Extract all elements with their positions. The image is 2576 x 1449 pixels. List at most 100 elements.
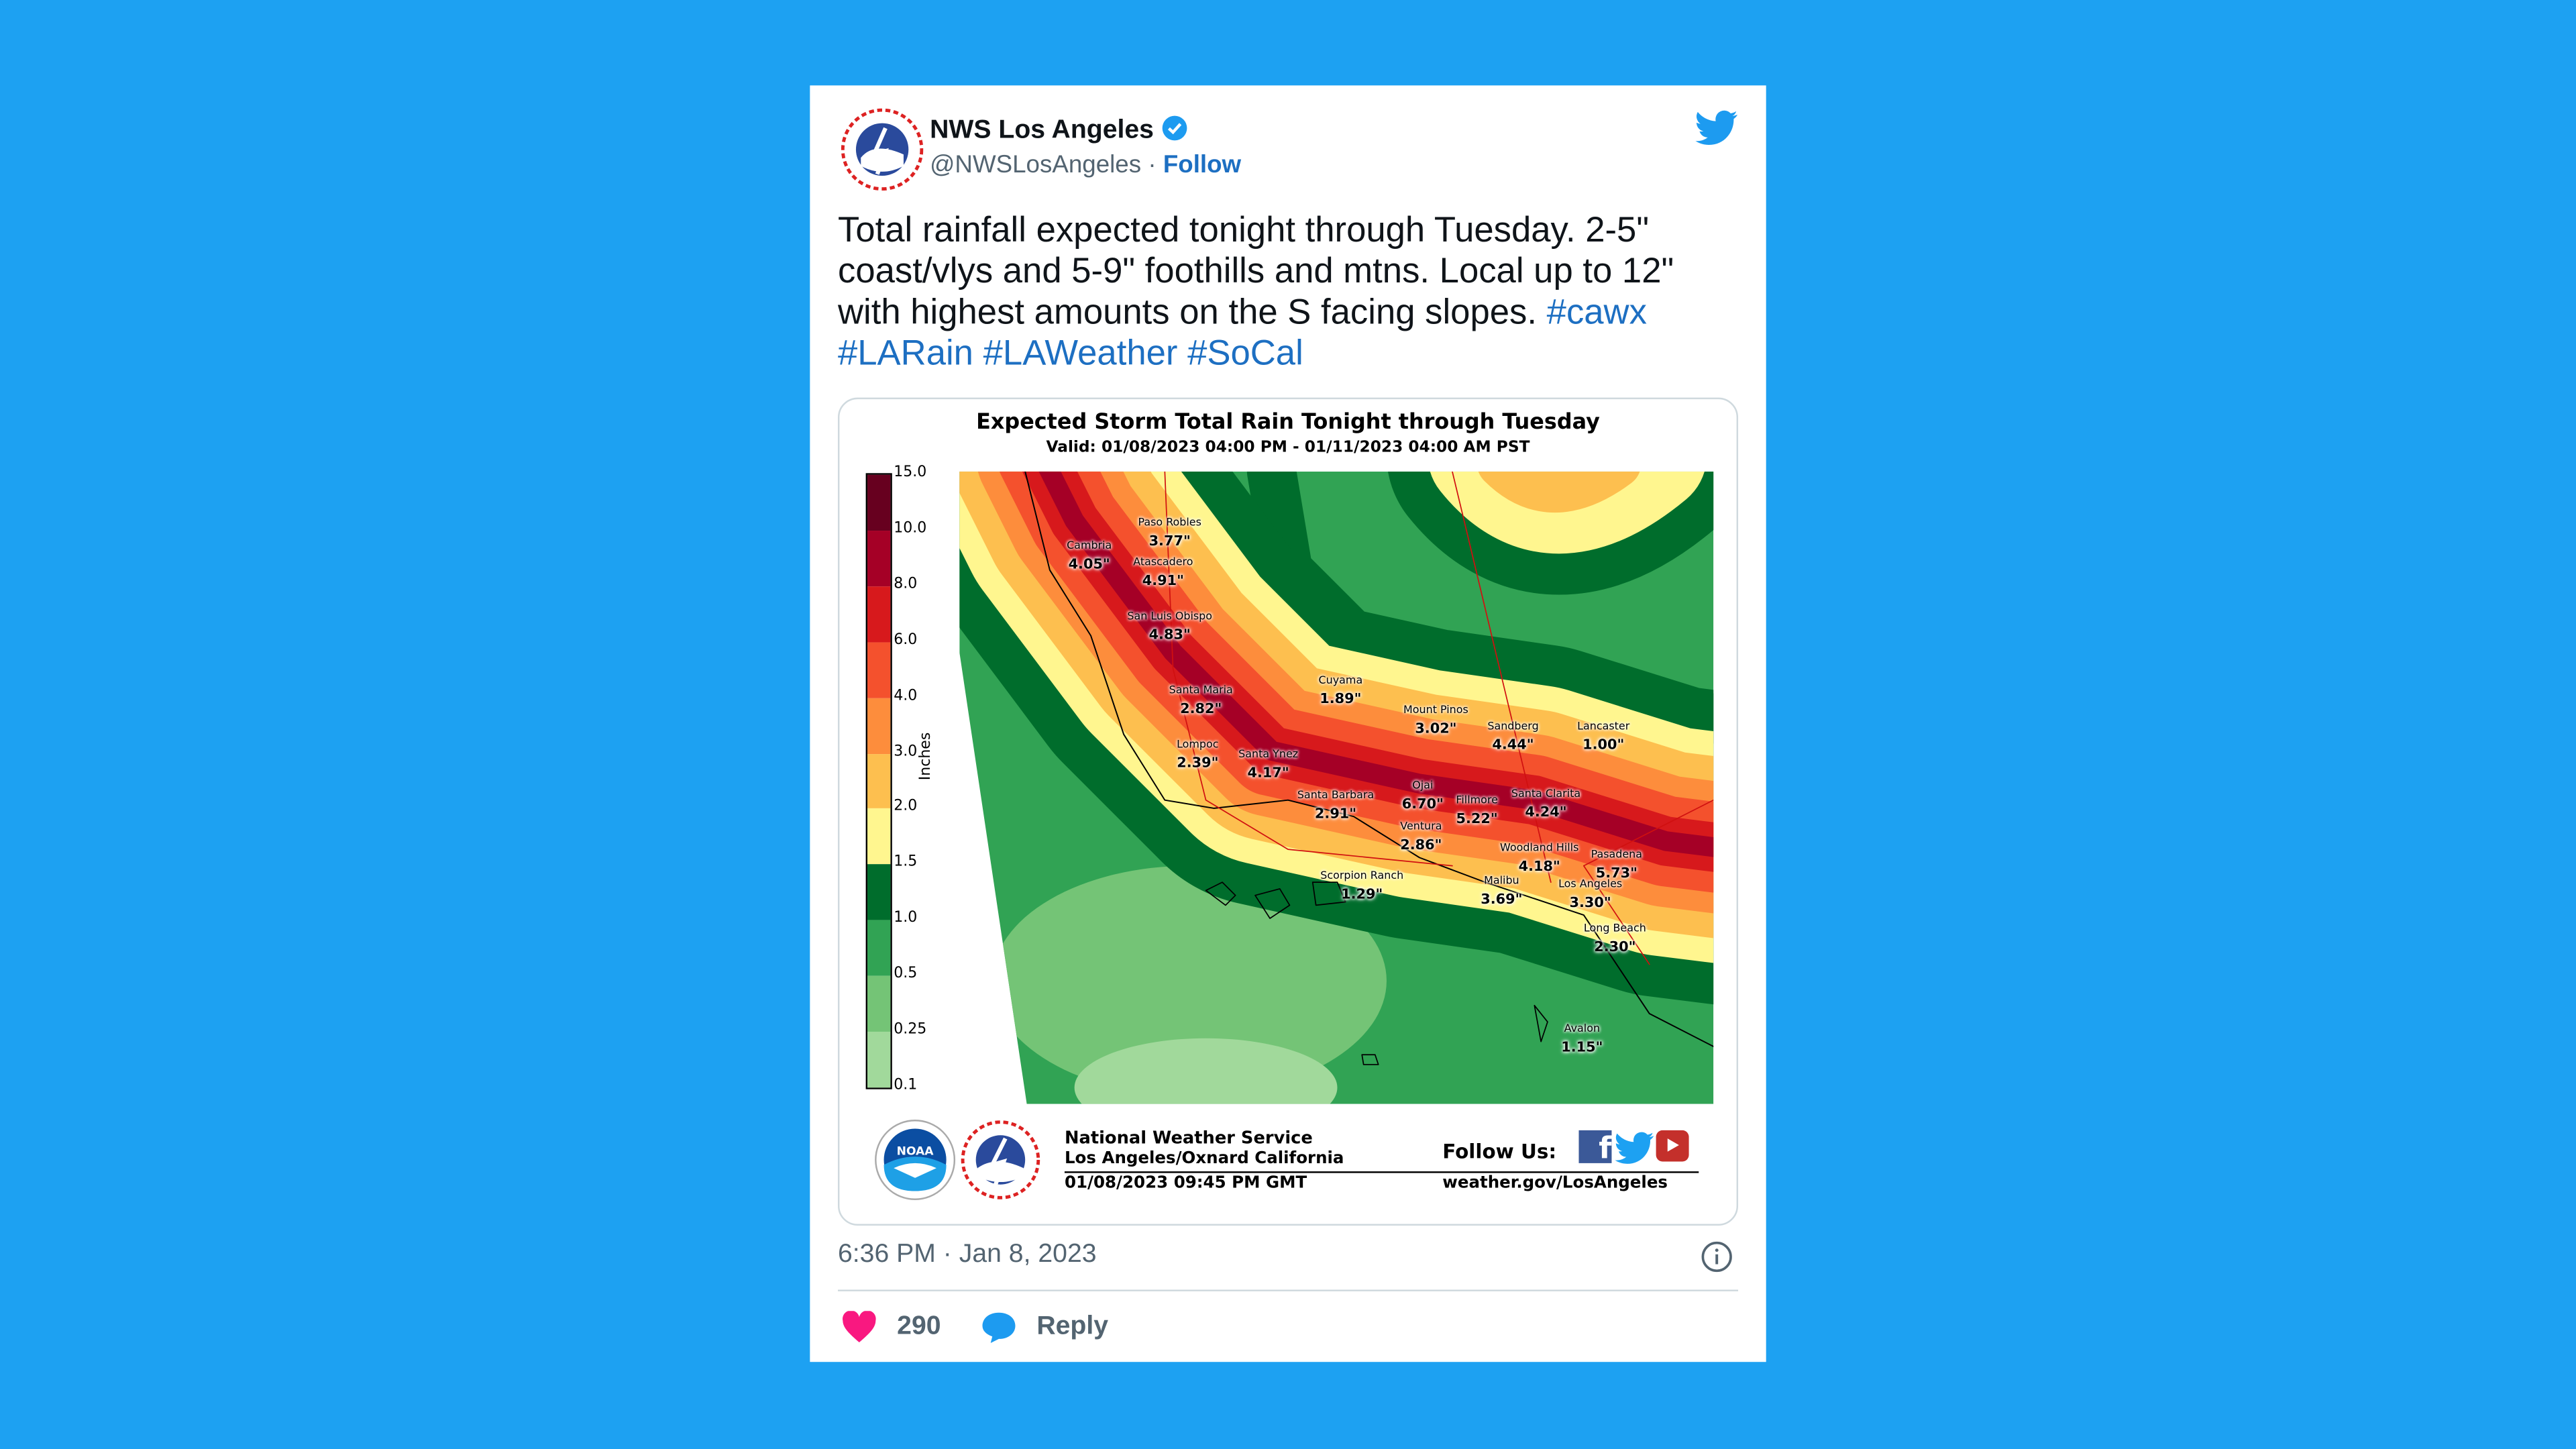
city-rain-value: 1.89" xyxy=(1320,692,1362,708)
city-name: Paso Robles xyxy=(1138,515,1201,529)
colorbar-label: Inches xyxy=(918,732,935,781)
colorbar-swatch xyxy=(867,920,891,977)
footer-org: National Weather Service xyxy=(1064,1128,1313,1148)
separator: · xyxy=(1148,151,1157,179)
colorbar-swatch xyxy=(867,976,891,1032)
colorbar-tick: 15.0 xyxy=(894,465,927,482)
city-rain-value: 2.91" xyxy=(1314,806,1357,823)
colorbar-tick: 1.5 xyxy=(894,855,918,871)
city-name: Fillmore xyxy=(1456,793,1498,807)
info-icon[interactable] xyxy=(1701,1240,1733,1273)
footer-issued: 01/08/2023 09:45 PM GMT xyxy=(1064,1175,1307,1193)
noaa-logo: NOAA xyxy=(875,1119,956,1200)
verified-badge-icon xyxy=(1162,115,1187,141)
city-rain-value: 2.39" xyxy=(1177,755,1219,773)
city-rain-value: 3.02" xyxy=(1415,721,1457,738)
city-rain-value: 1.29" xyxy=(1341,887,1383,904)
city-rain-value: 3.69" xyxy=(1481,892,1523,909)
city-name: Atascadero xyxy=(1133,555,1193,569)
graphic-title: Expected Storm Total Rain Tonight throug… xyxy=(976,411,1600,435)
author-handle[interactable]: @NWSLosAngeles xyxy=(930,151,1141,179)
divider xyxy=(837,1289,1739,1291)
reply-button[interactable]: Reply xyxy=(981,1311,1108,1344)
reply-label: Reply xyxy=(1036,1312,1109,1341)
tweet-text: Total rainfall expected tonight through … xyxy=(838,210,1725,374)
city-rain-value: 6.70" xyxy=(1401,796,1444,814)
colorbar-tick: 4.0 xyxy=(894,688,918,704)
nws-avatar[interactable] xyxy=(841,108,924,191)
city-rain-value: 3.30" xyxy=(1569,895,1611,912)
colorbar-tick: 6.0 xyxy=(894,632,918,649)
author-name-text: NWS Los Angeles xyxy=(930,116,1154,145)
city-name: Lompoc xyxy=(1177,737,1219,751)
youtube-icon xyxy=(1656,1130,1689,1162)
city-rain-value: 2.30" xyxy=(1594,939,1636,957)
graphic-subtitle: Valid: 01/08/2023 04:00 PM - 01/11/2023 … xyxy=(1046,438,1530,457)
city-rain-value: 4.17" xyxy=(1247,765,1289,782)
city-name: Woodland Hills xyxy=(1500,841,1579,855)
heart-icon xyxy=(843,1311,876,1343)
like-count: 290 xyxy=(897,1312,941,1341)
author-name[interactable]: NWS Los Angeles xyxy=(930,115,1187,146)
city-name: Scorpion Ranch xyxy=(1320,869,1404,883)
city-name: Santa Clarita xyxy=(1511,787,1581,800)
colorbar-swatch xyxy=(867,697,891,753)
colorbar-swatch xyxy=(867,474,891,531)
like-button[interactable]: 290 xyxy=(841,1311,941,1344)
colorbar-tick: 2.0 xyxy=(894,799,918,816)
city-rain-value: 4.24" xyxy=(1525,805,1567,822)
colorbar xyxy=(865,473,892,1089)
colorbar-swatch xyxy=(867,865,891,921)
speech-bubble-icon xyxy=(982,1312,1016,1344)
colorbar-swatch xyxy=(867,530,891,586)
city-name: Lancaster xyxy=(1577,719,1630,733)
city-name: Pasadena xyxy=(1591,847,1643,861)
colorbar-swatch xyxy=(867,586,891,642)
nws-logo xyxy=(961,1120,1040,1199)
tweet-card: NWS Los Angeles @NWSLosAngeles · Follow … xyxy=(810,85,1766,1362)
city-rain-value: 4.05" xyxy=(1068,557,1110,574)
hashtag-link[interactable]: #SoCal xyxy=(1187,333,1303,373)
colorbar-tick: 0.25 xyxy=(894,1022,927,1038)
hashtag-link[interactable]: #LAWeather xyxy=(983,333,1178,373)
city-rain-value: 1.15" xyxy=(1561,1040,1603,1057)
city-name: Santa Barbara xyxy=(1297,788,1375,802)
colorbar-swatch xyxy=(867,753,891,809)
colorbar-tick: 0.1 xyxy=(894,1077,918,1095)
colorbar-tick: 1.0 xyxy=(894,910,918,927)
colorbar-tick: 3.0 xyxy=(894,743,918,760)
city-rain-value: 4.44" xyxy=(1492,737,1534,755)
city-rain-value: 4.91" xyxy=(1142,573,1185,590)
city-rain-value: 5.22" xyxy=(1456,811,1498,828)
city-rain-value: 2.86" xyxy=(1400,837,1442,855)
city-rain-value: 4.18" xyxy=(1518,859,1560,876)
footer-office: Los Angeles/Oxnard California xyxy=(1064,1150,1344,1169)
noaa-logo-text: NOAA xyxy=(897,1145,934,1159)
footer-website: weather.gov/LosAngeles xyxy=(1442,1175,1668,1193)
hashtag-link[interactable]: #cawx xyxy=(1547,292,1647,332)
colorbar-tick: 0.5 xyxy=(894,966,918,983)
city-name: Los Angeles xyxy=(1558,877,1623,891)
colorbar-swatch xyxy=(867,808,891,865)
colorbar-swatch xyxy=(867,1032,891,1088)
follow-us-label: Follow Us: xyxy=(1442,1140,1557,1163)
rainfall-graphic[interactable]: Expected Storm Total Rain Tonight throug… xyxy=(837,397,1739,1226)
city-name: Sandberg xyxy=(1487,719,1539,733)
city-rain-value: 1.00" xyxy=(1582,737,1625,755)
city-name: Long Beach xyxy=(1583,921,1646,935)
city-name: Avalon xyxy=(1564,1022,1601,1035)
colorbar-tick: 8.0 xyxy=(894,576,918,593)
footer-divider xyxy=(1064,1171,1699,1173)
city-rain-value: 4.83" xyxy=(1148,627,1191,645)
city-name: Cuyama xyxy=(1318,674,1363,687)
tweet-timestamp[interactable]: 6:36 PM · Jan 8, 2023 xyxy=(838,1240,1097,1270)
follow-button[interactable]: Follow xyxy=(1163,151,1241,179)
city-rain-value: 3.77" xyxy=(1148,533,1191,551)
page-background: NWS Los Angeles @NWSLosAngeles · Follow … xyxy=(0,0,2576,1449)
twitter-bird-icon[interactable] xyxy=(1695,110,1738,146)
city-name: Ventura xyxy=(1400,820,1442,833)
colorbar-tick: 10.0 xyxy=(894,521,927,537)
twitter-logo-icon xyxy=(1615,1132,1654,1164)
colorbar-swatch xyxy=(867,641,891,698)
hashtag-link[interactable]: #LARain xyxy=(838,333,973,373)
